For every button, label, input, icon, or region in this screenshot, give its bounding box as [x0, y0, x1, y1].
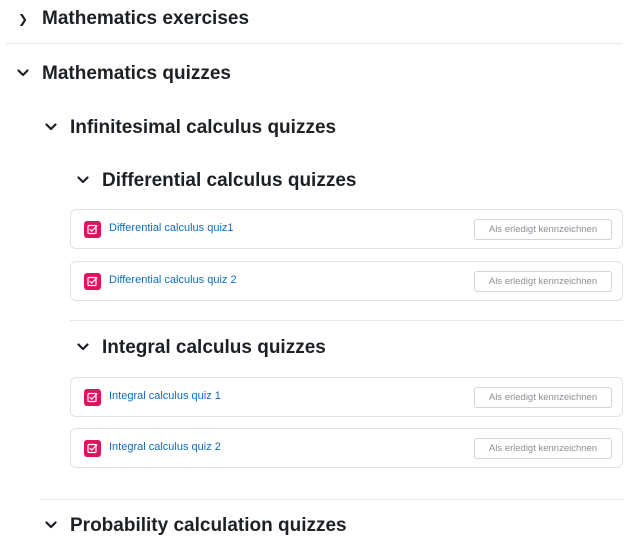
activity-link[interactable]: Differential calculus quiz1	[109, 222, 234, 234]
quiz-icon	[84, 389, 101, 406]
section-title: Mathematics quizzes	[42, 63, 231, 84]
section-mathematics-quizzes[interactable]: Mathematics quizzes	[16, 63, 231, 85]
activity-item: Differential calculus quiz 2 Als erledig…	[70, 261, 623, 301]
chevron-down-icon[interactable]	[44, 120, 58, 134]
chevron-down-icon[interactable]	[16, 66, 30, 80]
section-mathematics-exercises[interactable]: ❯ Mathematics exercises	[16, 8, 249, 30]
chevron-down-icon[interactable]	[76, 340, 90, 354]
activity-item: Differential calculus quiz1 Als erledigt…	[70, 209, 623, 249]
section-title: Infinitesimal calculus quizzes	[70, 117, 337, 138]
mark-as-done-button[interactable]: Als erledigt kennzeichnen	[474, 219, 612, 240]
section-title: Integral calculus quizzes	[102, 337, 326, 358]
activity-item: Integral calculus quiz 1 Als erledigt ke…	[70, 377, 623, 417]
chevron-down-icon[interactable]	[44, 518, 58, 532]
section-infinitesimal-calculus-quizzes[interactable]: Infinitesimal calculus quizzes	[44, 117, 336, 139]
section-title: Probability calculation quizzes	[70, 515, 347, 536]
activity-item: Integral calculus quiz 2 Als erledigt ke…	[70, 428, 623, 468]
section-probability-calculation-quizzes[interactable]: Probability calculation quizzes	[44, 515, 347, 537]
activity-link[interactable]: Integral calculus quiz 1	[109, 390, 221, 402]
activity-link[interactable]: Integral calculus quiz 2	[109, 441, 221, 453]
chevron-down-icon[interactable]	[76, 173, 90, 187]
mark-as-done-button[interactable]: Als erledigt kennzeichnen	[474, 271, 612, 292]
quiz-icon	[84, 221, 101, 238]
section-title: Differential calculus quizzes	[102, 170, 357, 191]
quiz-icon	[84, 440, 101, 457]
section-differential-calculus-quizzes[interactable]: Differential calculus quizzes	[76, 170, 356, 192]
activity-link[interactable]: Differential calculus quiz 2	[109, 274, 237, 286]
mark-as-done-button[interactable]: Als erledigt kennzeichnen	[474, 438, 612, 459]
divider	[70, 320, 623, 321]
chevron-right-icon[interactable]: ❯	[16, 12, 30, 26]
section-integral-calculus-quizzes[interactable]: Integral calculus quizzes	[76, 337, 326, 359]
divider	[6, 43, 622, 44]
quiz-icon	[84, 273, 101, 290]
mark-as-done-button[interactable]: Als erledigt kennzeichnen	[474, 387, 612, 408]
divider	[40, 499, 623, 500]
section-title: Mathematics exercises	[42, 8, 250, 29]
